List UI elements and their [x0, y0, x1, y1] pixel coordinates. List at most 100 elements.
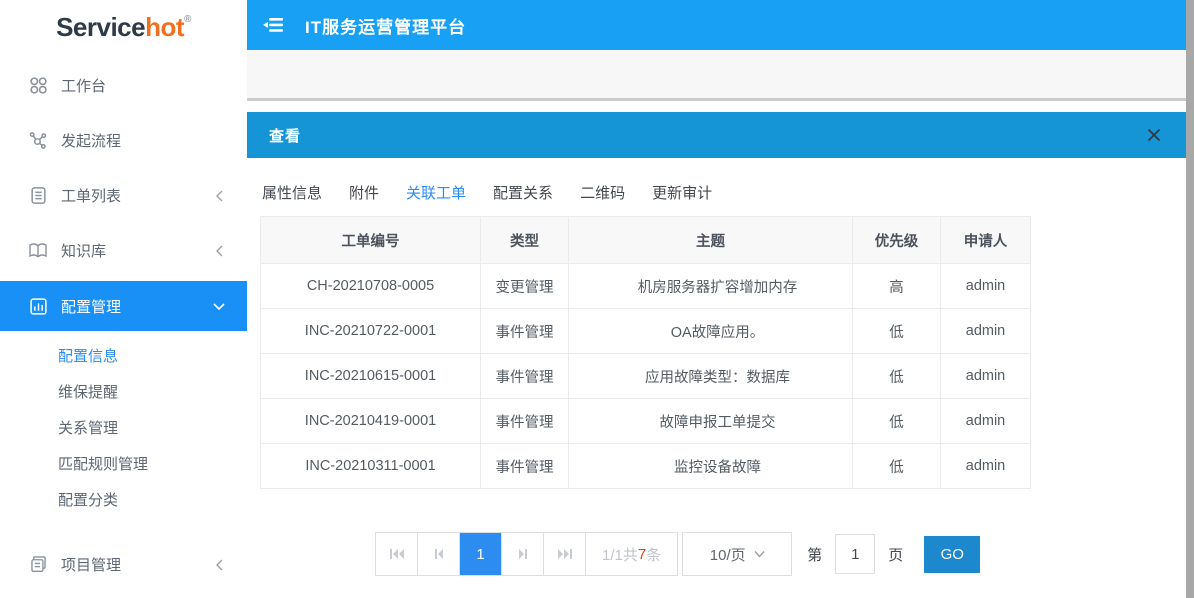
toolbar-strip: [247, 50, 1186, 101]
tab-related-tickets[interactable]: 关联工单: [406, 182, 466, 203]
stacked-docs-icon: [28, 555, 48, 575]
jump-prefix-label: 第: [807, 544, 822, 565]
brand-text-orange: hot: [145, 12, 184, 43]
first-page-button[interactable]: [376, 533, 418, 575]
table-header-row: 工单编号 类型 主题 优先级 申请人: [261, 217, 1031, 264]
ticket-subject: 故障申报工单提交: [569, 399, 853, 444]
ticket-code-link[interactable]: INC-20210419-0001: [261, 399, 481, 444]
table-row: INC-20210722-0001 事件管理 OA故障应用。 低 admin: [261, 309, 1031, 354]
ticket-subject: 监控设备故障: [569, 444, 853, 489]
ticket-code-link[interactable]: INC-20210722-0001: [261, 309, 481, 354]
chevron-down-icon: [213, 301, 225, 311]
go-button[interactable]: GO: [924, 536, 980, 573]
registered-mark: ®: [184, 14, 191, 25]
column-header-code: 工单编号: [261, 217, 481, 264]
ticket-applicant: admin: [941, 354, 1031, 399]
sidebar: Servicehot® 工作台 发起流程 工单列表: [0, 0, 247, 598]
modal-header: 查看: [247, 112, 1186, 158]
tab-config-relations[interactable]: 配置关系: [493, 182, 553, 203]
ticket-code-link[interactable]: INC-20210311-0001: [261, 444, 481, 489]
document-list-icon: [28, 186, 48, 206]
page-size-value: 10/页: [710, 544, 746, 565]
tab-attachments[interactable]: 附件: [349, 182, 379, 203]
vertical-scrollbar[interactable]: [1186, 0, 1194, 598]
tab-attribute-info[interactable]: 属性信息: [262, 182, 322, 203]
sidebar-item-ticket-list[interactable]: 工单列表: [0, 168, 247, 223]
table-row: CH-20210708-0005 变更管理 机房服务器扩容增加内存 高 admi…: [261, 264, 1031, 309]
modal-title: 查看: [269, 125, 301, 146]
column-header-priority: 优先级: [853, 217, 941, 264]
config-submenu: 配置信息 维保提醒 关系管理 匹配规则管理 配置分类: [0, 331, 247, 523]
ticket-type: 事件管理: [481, 354, 569, 399]
tab-qr-code[interactable]: 二维码: [580, 182, 625, 203]
pagination: 1 1/1共7条 10/页 第 页: [375, 532, 1186, 576]
table-row: INC-20210419-0001 事件管理 故障申报工单提交 低 admin: [261, 399, 1031, 444]
ticket-subject: OA故障应用。: [569, 309, 853, 354]
sidebar-item-start-process[interactable]: 发起流程: [0, 113, 247, 168]
last-page-button[interactable]: [544, 533, 586, 575]
flow-icon: [28, 131, 48, 151]
tab-bar: 属性信息 附件 关联工单 配置关系 二维码 更新审计: [262, 182, 1186, 203]
sidebar-item-config-management[interactable]: 配置管理: [0, 281, 247, 331]
ticket-type: 事件管理: [481, 309, 569, 354]
sidebar-item-label: 工作台: [61, 75, 225, 96]
ticket-code-link[interactable]: INC-20210615-0001: [261, 354, 481, 399]
ticket-applicant: admin: [941, 444, 1031, 489]
jump-suffix-label: 页: [888, 544, 903, 565]
submenu-item-match-rule-management[interactable]: 匹配规则管理: [0, 447, 247, 483]
sidebar-item-label: 配置管理: [61, 296, 213, 317]
ticket-priority: 低: [853, 309, 941, 354]
ticket-type: 变更管理: [481, 264, 569, 309]
pager-button-group: 1 1/1共7条: [375, 532, 678, 576]
column-header-applicant: 申请人: [941, 217, 1031, 264]
table-row: INC-20210311-0001 事件管理 监控设备故障 低 admin: [261, 444, 1031, 489]
total-count: 7: [638, 546, 646, 563]
ticket-applicant: admin: [941, 264, 1031, 309]
ticket-type: 事件管理: [481, 399, 569, 444]
ticket-subject: 应用故障类型：数据库: [569, 354, 853, 399]
page-size-select[interactable]: 10/页: [682, 532, 792, 576]
modal-body: 属性信息 附件 关联工单 配置关系 二维码 更新审计 工单编号 类型 主题 优先…: [247, 182, 1186, 576]
sidebar-nav: 工作台 发起流程 工单列表 知: [0, 58, 247, 592]
chevron-left-icon: [215, 245, 225, 257]
bar-chart-icon: [28, 296, 48, 316]
ticket-priority: 低: [853, 444, 941, 489]
close-icon[interactable]: [1144, 125, 1164, 145]
column-header-type: 类型: [481, 217, 569, 264]
sidebar-item-label: 工单列表: [61, 185, 215, 206]
sidebar-item-label: 知识库: [61, 240, 215, 261]
ticket-applicant: admin: [941, 309, 1031, 354]
tab-update-audit[interactable]: 更新审计: [652, 182, 712, 203]
topbar: IT服务运营管理平台: [247, 0, 1186, 50]
page-number-button[interactable]: 1: [460, 533, 502, 575]
chevron-left-icon: [215, 559, 225, 571]
app-title: IT服务运营管理平台: [305, 13, 466, 38]
submenu-item-relation-management[interactable]: 关系管理: [0, 411, 247, 447]
ticket-priority: 高: [853, 264, 941, 309]
page-jump-input[interactable]: [835, 534, 875, 574]
prev-page-button[interactable]: [418, 533, 460, 575]
page-summary-suffix: 条: [646, 544, 661, 565]
ticket-code-link[interactable]: CH-20210708-0005: [261, 264, 481, 309]
menu-fold-icon[interactable]: [263, 14, 289, 36]
ticket-subject: 机房服务器扩容增加内存: [569, 264, 853, 309]
sidebar-item-knowledge-base[interactable]: 知识库: [0, 223, 247, 278]
sidebar-item-project-management[interactable]: 项目管理: [0, 537, 247, 592]
submenu-item-maintenance-reminder[interactable]: 维保提醒: [0, 375, 247, 411]
column-header-subject: 主题: [569, 217, 853, 264]
ticket-priority: 低: [853, 354, 941, 399]
chevron-left-icon: [215, 190, 225, 202]
sidebar-item-workbench[interactable]: 工作台: [0, 58, 247, 113]
brand-logo: Servicehot®: [0, 0, 247, 58]
chevron-down-icon: [754, 550, 765, 558]
next-page-button[interactable]: [502, 533, 544, 575]
submenu-item-config-info[interactable]: 配置信息: [0, 339, 247, 375]
sidebar-item-label: 发起流程: [61, 130, 225, 151]
submenu-item-config-category[interactable]: 配置分类: [0, 483, 247, 519]
table-row: INC-20210615-0001 事件管理 应用故障类型：数据库 低 admi…: [261, 354, 1031, 399]
sidebar-item-label: 项目管理: [61, 554, 215, 575]
view-modal: 查看 属性信息 附件 关联工单 配置关系 二维码 更新审计: [247, 112, 1186, 598]
ticket-applicant: admin: [941, 399, 1031, 444]
related-tickets-table: 工单编号 类型 主题 优先级 申请人 CH-20210708-0005 变更管理…: [260, 216, 1031, 489]
ticket-priority: 低: [853, 399, 941, 444]
